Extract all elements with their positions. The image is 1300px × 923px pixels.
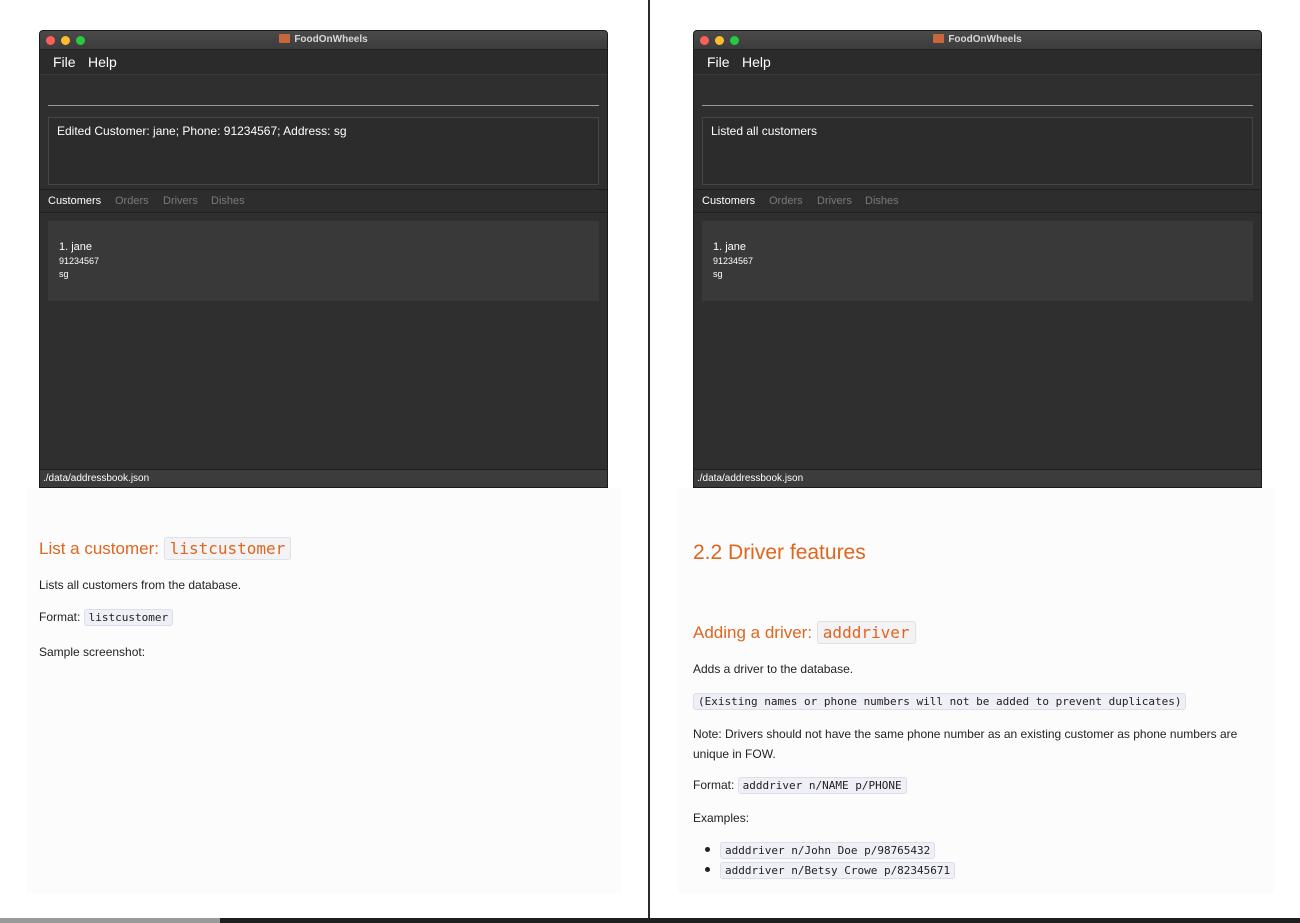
- format-label: Format:: [693, 778, 738, 792]
- duplicate-note-code: (Existing names or phone numbers will no…: [693, 693, 1187, 710]
- customer-card[interactable]: 1. jane 91234567 sg: [702, 221, 1253, 301]
- customer-phone: 91234567: [59, 256, 100, 266]
- bullet-icon: [705, 847, 710, 852]
- status-bar: ./data/addressbook.json: [40, 469, 607, 487]
- section-heading: 2.2 Driver features: [693, 541, 866, 564]
- heading-text: Adding a driver:: [693, 623, 817, 642]
- command-input-underline: [702, 105, 1253, 106]
- example-code: adddriver n/Betsy Crowe p/82345671: [720, 862, 956, 879]
- heading-list-customer: List a customer: listcustomer: [39, 537, 292, 560]
- customer-address: sg: [59, 269, 69, 279]
- customer-card[interactable]: 1. jane 91234567 sg: [48, 221, 599, 301]
- status-bar: ./data/addressbook.json: [694, 469, 1261, 487]
- menu-file[interactable]: File: [707, 54, 730, 70]
- tab-dishes[interactable]: Dishes: [865, 195, 899, 207]
- tab-bar: Customers Orders Drivers Dishes: [40, 189, 607, 213]
- format-line: Format: adddriver n/NAME p/PHONE: [693, 777, 907, 794]
- customer-phone: 91234567: [713, 256, 754, 266]
- format-label: Format:: [39, 610, 84, 624]
- app-logo-icon: [279, 34, 291, 43]
- title-bar: FoodOnWheels: [694, 31, 1261, 50]
- menu-help[interactable]: Help: [742, 54, 771, 70]
- format-line: Format: listcustomer: [39, 609, 174, 626]
- tab-orders[interactable]: Orders: [769, 195, 803, 207]
- command-box[interactable]: [694, 75, 1261, 110]
- example-code: adddriver n/John Doe p/98765432: [720, 842, 936, 859]
- menu-file[interactable]: File: [53, 54, 76, 70]
- phone-note: Note: Drivers should not have the same p…: [693, 727, 1238, 761]
- bottom-scroll-bar[interactable]: [0, 918, 1300, 923]
- tab-bar: Customers Orders Drivers Dishes: [694, 189, 1261, 213]
- tab-dishes[interactable]: Dishes: [211, 195, 245, 207]
- tab-orders[interactable]: Orders: [115, 195, 149, 207]
- menu-bar: File Help: [40, 50, 607, 75]
- status-file-path: ./data/addressbook.json: [43, 473, 150, 484]
- duplicate-note: (Existing names or phone numbers will no…: [693, 693, 1187, 710]
- left-page: FoodOnWheels File Help Edited Customer: …: [0, 0, 650, 923]
- app-logo-icon: [933, 34, 945, 43]
- tab-customers[interactable]: Customers: [48, 195, 101, 207]
- sample-label: Sample screenshot:: [39, 645, 146, 659]
- result-text: Edited Customer: jane; Phone: 91234567; …: [57, 124, 347, 138]
- customer-address: sg: [713, 269, 723, 279]
- tab-customers[interactable]: Customers: [702, 195, 755, 207]
- title-bar: FoodOnWheels: [40, 31, 607, 50]
- examples-label: Examples:: [693, 811, 750, 825]
- example-item: adddriver n/John Doe p/98765432: [705, 842, 936, 859]
- app-window-right: FoodOnWheels File Help Listed all custom…: [693, 30, 1262, 488]
- format-code: adddriver n/NAME p/PHONE: [737, 777, 907, 794]
- customer-name: 1. jane: [59, 241, 93, 253]
- tab-drivers[interactable]: Drivers: [163, 195, 198, 207]
- tab-drivers[interactable]: Drivers: [817, 195, 852, 207]
- heading-code: adddriver: [816, 621, 916, 644]
- right-page: FoodOnWheels File Help Listed all custom…: [650, 0, 1300, 923]
- menu-help[interactable]: Help: [88, 54, 117, 70]
- page-divider: [648, 0, 650, 923]
- window-title: FoodOnWheels: [948, 34, 1022, 45]
- description: Adds a driver to the database.: [693, 662, 854, 676]
- app-window-left: FoodOnWheels File Help Edited Customer: …: [39, 30, 608, 488]
- result-display: Listed all customers: [702, 117, 1253, 185]
- scroll-thumb[interactable]: [0, 918, 220, 923]
- status-file-path: ./data/addressbook.json: [697, 473, 804, 484]
- customer-name: 1. jane: [713, 241, 747, 253]
- menu-bar: File Help: [694, 50, 1261, 75]
- bullet-icon: [705, 867, 710, 872]
- description: Lists all customers from the database.: [39, 578, 242, 592]
- result-display: Edited Customer: jane; Phone: 91234567; …: [48, 117, 599, 185]
- command-input-underline: [48, 105, 599, 106]
- example-item: adddriver n/Betsy Crowe p/82345671: [705, 862, 956, 879]
- heading-code: listcustomer: [163, 537, 292, 560]
- heading-add-driver: Adding a driver: adddriver: [693, 621, 916, 644]
- result-text: Listed all customers: [711, 124, 818, 138]
- window-title: FoodOnWheels: [294, 34, 368, 45]
- format-code: listcustomer: [83, 609, 174, 626]
- command-box[interactable]: [40, 75, 607, 110]
- heading-text: List a customer:: [39, 539, 164, 558]
